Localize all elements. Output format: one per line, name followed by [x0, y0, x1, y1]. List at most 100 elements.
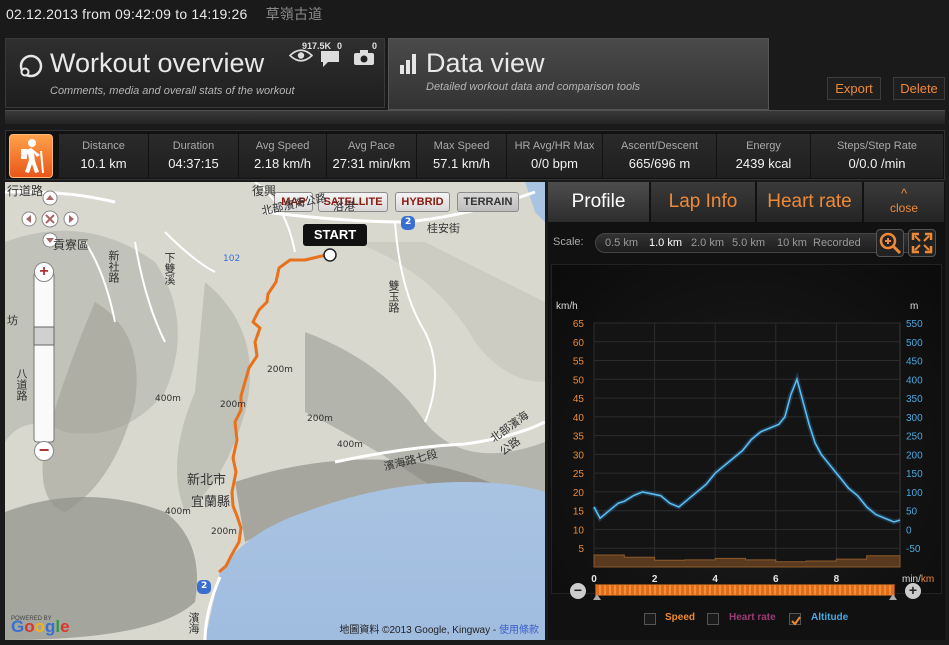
- comments-icon: [321, 51, 339, 67]
- workout-date-range: 02.12.2013 from 09:42:09 to 14:19:26: [6, 6, 248, 22]
- zoom-magnifier-button[interactable]: [876, 229, 904, 257]
- map-label: 200m: [220, 400, 246, 410]
- stats-bar: Distance 10.1 km Duration 04:37:15 Avg S…: [5, 130, 945, 180]
- route-start-marker-label: START: [303, 224, 367, 246]
- tab-profile[interactable]: Profile: [548, 182, 650, 222]
- highway-shield-icon: 2: [405, 217, 412, 227]
- map-label: 桂安街: [427, 222, 460, 235]
- magnifier-icon: [879, 232, 902, 255]
- scale-option[interactable]: 0.5 km: [605, 237, 638, 249]
- y-right-tick-label: 500: [906, 338, 923, 349]
- scale-option[interactable]: 2.0 km: [691, 237, 724, 249]
- map-type-hybrid-button[interactable]: HYBRID: [395, 192, 450, 212]
- map-label: 400m: [155, 394, 181, 404]
- chevron-up-icon: ^: [900, 186, 908, 201]
- zoom-in-chart-button[interactable]: +: [905, 583, 921, 599]
- zoom-out-chart-button[interactable]: −: [570, 583, 586, 599]
- stat-label: HR Avg/HR Max: [514, 140, 595, 152]
- tab-lap-info[interactable]: Lap Info: [651, 182, 756, 222]
- zoom-out-icon[interactable]: −: [34, 441, 54, 461]
- terms-of-use-link[interactable]: 使用條款: [499, 625, 539, 636]
- tab-data-view-title: Data view: [426, 48, 545, 78]
- legend-heart-rate: Heart rate: [729, 612, 776, 623]
- stat-value: 0/0.0 /min: [848, 156, 906, 171]
- scrubber-left-handle[interactable]: [593, 594, 601, 600]
- fullscreen-button[interactable]: [908, 229, 936, 257]
- scrubber-right-handle[interactable]: [889, 594, 897, 600]
- stat-steps: Steps/Step Rate 0/0.0 /min: [811, 134, 943, 178]
- scale-selector[interactable]: 0.5 km 1.0 km 2.0 km 5.0 km 10 km Record…: [595, 233, 918, 253]
- hiking-activity-icon: [9, 134, 53, 178]
- workout-date-line: 02.12.2013 from 09:42:09 to 14:19:26 草嶺古…: [6, 4, 322, 24]
- map-label: 浴港: [333, 200, 355, 213]
- map-label: 200m: [307, 414, 333, 424]
- scale-option[interactable]: 10 km: [777, 237, 807, 249]
- county-label: 新北市: [187, 473, 227, 488]
- stat-value: 27:31 min/km: [332, 156, 411, 171]
- x-axis-label: min/km: [902, 574, 934, 585]
- stat-label: Distance: [82, 140, 125, 152]
- map-label: 行道路: [7, 184, 44, 198]
- stat-max-speed: Max Speed 57.1 km/h: [417, 134, 506, 178]
- map-copyright: 地圖資料 ©2013 Google, Kingway - 使用條款: [339, 621, 539, 636]
- y-right-tick-label: 450: [906, 357, 923, 368]
- stat-label: Avg Pace: [348, 140, 395, 152]
- map-label: 八道路: [15, 368, 28, 401]
- close-button[interactable]: ^ close: [864, 182, 945, 222]
- map-label: 新社路: [107, 250, 120, 283]
- map-copyright-text: 地圖資料 ©2013 Google, Kingway -: [339, 625, 499, 636]
- y-left-axis-label: km/h: [556, 301, 578, 312]
- profile-chart: 5 10 15 20 25 30 35 40 45 50 55 60 65 -50 0 50 100 150 200…: [556, 301, 934, 585]
- y-right-tick-label: 300: [906, 413, 923, 424]
- tab-heart-rate[interactable]: Heart rate: [757, 182, 863, 222]
- export-button[interactable]: Export: [827, 77, 881, 100]
- route-map[interactable]: + − MAP SATELLITE HYBRID TERRAIN START 行…: [5, 182, 545, 640]
- stat-avg-speed: Avg Speed 2.18 km/h: [239, 134, 326, 178]
- map-label: 200m: [211, 527, 237, 537]
- y-right-tick-label: 250: [906, 432, 923, 443]
- map-label: 200m: [267, 365, 293, 375]
- stat-label: Ascent/Descent: [620, 140, 699, 152]
- comments-count: 0: [337, 41, 343, 51]
- workout-location: 草嶺古道: [265, 6, 323, 22]
- speed-checkbox[interactable]: [644, 613, 656, 625]
- tab-workout-overview-title: Workout overview: [50, 48, 265, 78]
- stat-value: 0/0 bpm: [531, 156, 578, 171]
- profile-chart-box: 5 10 15 20 25 30 35 40 45 50 55 60 65 -50 0 50 100 150 200…: [551, 264, 942, 594]
- highway-shield-icon: 2: [201, 581, 208, 591]
- close-label: close: [889, 201, 918, 215]
- stat-value: 665/696 m: [628, 156, 691, 171]
- y-left-tick-label: 55: [573, 357, 585, 368]
- tab-data-view[interactable]: Data view Detailed workout data and comp…: [388, 38, 769, 110]
- scale-option-selected[interactable]: 1.0 km: [649, 237, 682, 249]
- header-divider-band: [5, 110, 945, 124]
- camera-icon: [354, 50, 374, 65]
- map-label: 濱海: [187, 612, 200, 634]
- tab-workout-overview-subtitle: Comments, media and overall stats of the…: [50, 85, 295, 97]
- stat-heart-rate: HR Avg/HR Max 0/0 bpm: [507, 134, 602, 178]
- map-type-terrain-button[interactable]: TERRAIN: [457, 192, 519, 212]
- legend-altitude: Altitude: [811, 612, 849, 623]
- stat-distance: Distance 10.1 km: [59, 134, 148, 178]
- photos-count: 0: [372, 41, 378, 51]
- scale-label: Scale:: [553, 236, 584, 248]
- fullscreen-icon: [911, 232, 933, 254]
- map-label: 400m: [337, 440, 363, 450]
- y-left-tick-label: 5: [578, 544, 584, 555]
- legend-speed: Speed: [665, 612, 696, 623]
- y-left-tick-label: 20: [573, 488, 585, 499]
- y-right-tick-label: 200: [906, 450, 923, 461]
- map-label: 雙玉路: [387, 280, 400, 313]
- stat-label: Energy: [746, 140, 781, 152]
- y-left-tick-label: 30: [573, 450, 585, 461]
- scale-option[interactable]: 5.0 km: [732, 237, 765, 249]
- tab-data-view-subtitle: Detailed workout data and comparison too…: [426, 81, 641, 93]
- scale-option[interactable]: Recorded: [813, 237, 861, 249]
- tab-workout-overview[interactable]: Workout overview Comments, media and ove…: [5, 38, 385, 108]
- y-left-tick-label: 60: [573, 338, 585, 349]
- timeline-scrubber[interactable]: [595, 584, 895, 596]
- zoom-in-icon[interactable]: +: [34, 262, 54, 282]
- altitude-checkbox[interactable]: [789, 613, 801, 626]
- heart-rate-checkbox[interactable]: [707, 613, 719, 625]
- delete-button[interactable]: Delete: [893, 77, 945, 100]
